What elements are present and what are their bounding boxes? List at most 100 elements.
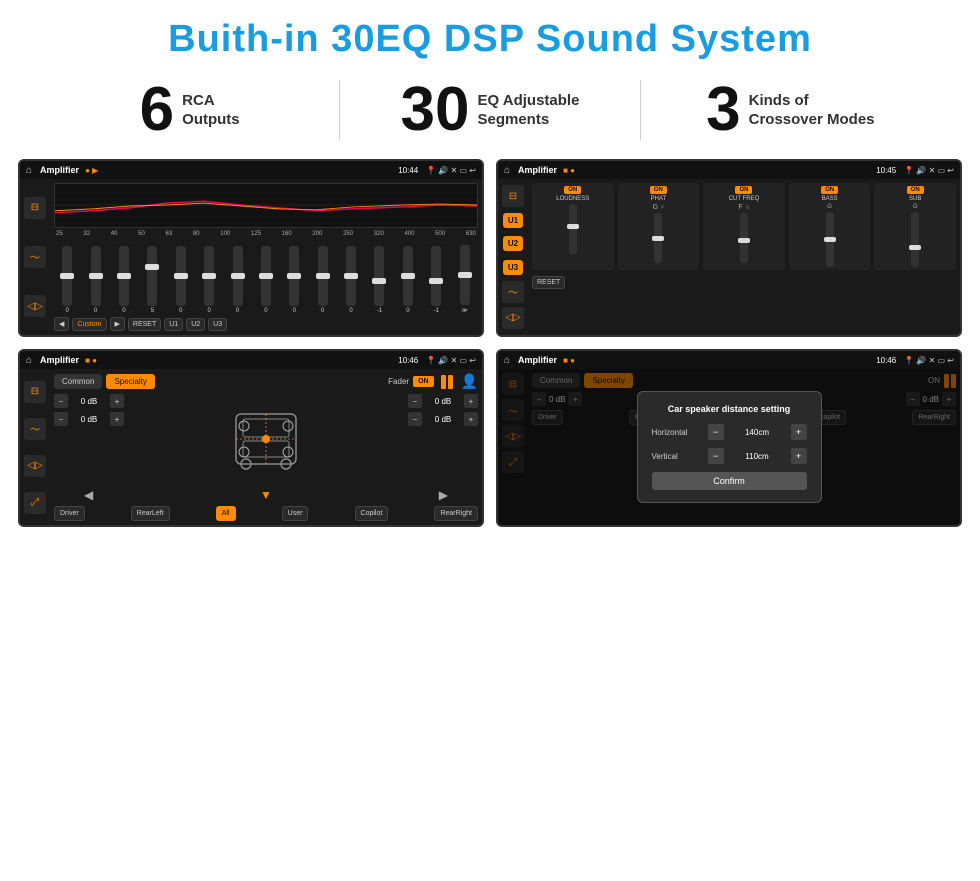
mixer-u3-btn[interactable]: U3 <box>503 260 523 275</box>
db-row-2: − 0 dB + <box>408 394 478 408</box>
stat-divider-2 <box>640 80 641 140</box>
eq-prev-btn[interactable]: ◀ <box>54 317 69 331</box>
db-minus-1[interactable]: − <box>54 412 68 426</box>
stat-number-rca: 6 <box>140 79 174 141</box>
screens-grid: ⌂ Amplifier ● ▶ 10:44 📍 🔊 ✕ ▭ ↩ ⊟ 〜 ◁▷ <box>0 159 980 541</box>
distance-status-icons: 📍 🔊 ✕ ▭ ↩ <box>904 356 954 365</box>
db-row-3: − 0 dB + <box>408 412 478 426</box>
eq-reset-btn[interactable]: RESET <box>128 318 161 331</box>
eq-time: 10:44 <box>398 166 418 175</box>
phat-slider[interactable] <box>654 213 662 263</box>
fader-rearleft-btn[interactable]: RearLeft <box>131 506 170 521</box>
db-minus-0[interactable]: − <box>54 394 68 408</box>
eq-screen: ⌂ Amplifier ● ▶ 10:44 📍 🔊 ✕ ▭ ↩ ⊟ 〜 ◁▷ <box>18 159 484 337</box>
mixer-u2-btn[interactable]: U2 <box>503 236 523 251</box>
db-minus-2[interactable]: − <box>408 394 422 408</box>
eq-sliders: 0 0 0 5 0 0 0 0 0 0 0 -1 0 -1 ≫ <box>54 241 478 314</box>
bass-slider[interactable] <box>826 212 834 267</box>
stat-crossover: 3 Kinds of Crossover Modes <box>661 79 920 141</box>
db-minus-3[interactable]: − <box>408 412 422 426</box>
page-title: Buith-in 30EQ DSP Sound System <box>0 0 980 71</box>
eq-slider-6: 0 <box>233 246 243 314</box>
nav-down-arrow[interactable]: ▼ <box>260 488 272 502</box>
eq-u2-btn[interactable]: U2 <box>186 318 205 331</box>
db-plus-2[interactable]: + <box>464 394 478 408</box>
mixer-bottom: RESET <box>532 276 956 289</box>
loudness-on-btn[interactable]: ON <box>564 186 581 194</box>
sub-on-btn[interactable]: ON <box>907 186 924 194</box>
fader-sliders-icon[interactable]: ⊟ <box>24 381 46 403</box>
stat-number-eq: 30 <box>401 79 470 141</box>
db-val-1: 0 dB <box>71 415 107 424</box>
mixer-u1-btn[interactable]: U1 <box>503 213 523 228</box>
loudness-slider[interactable] <box>569 204 577 254</box>
distance-content: ⊟ 〜 ◁▷ ⤢ Common Specialty ON <box>498 369 960 525</box>
eq-slider-2: 0 <box>119 246 129 314</box>
eq-wave-icon[interactable]: 〜 <box>24 246 46 268</box>
fader-user-btn[interactable]: User <box>282 506 309 521</box>
db-val-0: 0 dB <box>71 397 107 406</box>
dialog-vertical-plus[interactable]: + <box>791 448 807 464</box>
eq-slider-5: 0 <box>204 246 214 314</box>
stat-number-crossover: 3 <box>706 79 740 141</box>
nav-right-arrow[interactable]: ▶ <box>439 488 448 502</box>
distance-dots: ■ ● <box>563 356 575 365</box>
fader-tab-specialty[interactable]: Specialty <box>106 374 154 389</box>
fader-rearright-btn[interactable]: RearRight <box>434 506 478 521</box>
eq-status-icons: 📍 🔊 ✕ ▭ ↩ <box>426 166 476 175</box>
eq-graph <box>54 183 478 228</box>
stat-label-crossover: Kinds of Crossover Modes <box>749 91 875 130</box>
eq-u3-btn[interactable]: U3 <box>208 318 227 331</box>
fader-wave-icon[interactable]: 〜 <box>24 418 46 440</box>
mixer-reset-btn[interactable]: RESET <box>532 276 565 289</box>
fader-label: Fader <box>388 377 409 386</box>
eq-sliders-icon[interactable]: ⊟ <box>24 197 46 219</box>
cutfreq-slider[interactable] <box>740 213 748 263</box>
mixer-home-icon[interactable]: ⌂ <box>504 165 510 176</box>
eq-slider-3: 5 <box>147 246 157 314</box>
mixer-channel-sub: ON SUB G <box>874 183 956 270</box>
dialog-vertical-value: 110cm <box>730 452 785 461</box>
dialog-horizontal-plus[interactable]: + <box>791 424 807 440</box>
fader-expand-icon[interactable]: ⤢ <box>24 492 46 514</box>
eq-volume-icon[interactable]: ◁▷ <box>24 295 46 317</box>
fader-sidebar: ⊟ 〜 ◁▷ ⤢ <box>20 369 50 525</box>
mixer-wave-icon[interactable]: 〜 <box>502 281 524 303</box>
fader-driver-btn[interactable]: Driver <box>54 506 85 521</box>
sub-slider[interactable] <box>911 212 919 267</box>
fader-home-icon[interactable]: ⌂ <box>26 355 32 366</box>
db-plus-3[interactable]: + <box>464 412 478 426</box>
fader-all-btn[interactable]: All <box>216 506 236 521</box>
loudness-label: LOUDNESS <box>556 196 589 202</box>
db-plus-0[interactable]: + <box>110 394 124 408</box>
bass-on-btn[interactable]: ON <box>821 186 838 194</box>
dialog-horizontal-minus[interactable]: − <box>708 424 724 440</box>
confirm-button[interactable]: Confirm <box>652 472 807 490</box>
nav-left-arrow[interactable]: ◀ <box>84 488 93 502</box>
mixer-volume-icon[interactable]: ◁▷ <box>502 307 524 329</box>
fader-tab-common[interactable]: Common <box>54 374 102 389</box>
fader-time: 10:46 <box>398 356 418 365</box>
eq-play-btn[interactable]: ▶ <box>110 317 125 331</box>
mixer-sliders-icon[interactable]: ⊟ <box>502 185 524 207</box>
dialog-vertical-minus[interactable]: − <box>708 448 724 464</box>
distance-home-icon[interactable]: ⌂ <box>504 355 510 366</box>
fader-copilot-btn[interactable]: Copilot <box>355 506 389 521</box>
mixer-main: ON LOUDNESS ON PHAT GF ON CUT FREQ FG <box>528 179 960 335</box>
eq-home-icon[interactable]: ⌂ <box>26 165 32 176</box>
mixer-channel-bass: ON BASS G <box>789 183 871 270</box>
fader-center-diagram <box>128 394 404 484</box>
eq-freq-labels: 2532 4050 6380 100125 160200 250320 4005… <box>54 231 478 237</box>
db-plus-1[interactable]: + <box>110 412 124 426</box>
fader-volume-icon[interactable]: ◁▷ <box>24 455 46 477</box>
eq-slider-0: 0 <box>62 246 72 314</box>
eq-slider-12: 0 <box>403 246 413 314</box>
cutfreq-on-btn[interactable]: ON <box>735 186 752 194</box>
eq-slider-10: 0 <box>346 246 356 314</box>
fader-on-btn[interactable]: ON <box>413 376 434 387</box>
stat-eq: 30 EQ Adjustable Segments <box>360 79 619 141</box>
eq-u1-btn[interactable]: U1 <box>164 318 183 331</box>
fader-screen: ⌂ Amplifier ■ ● 10:46 📍 🔊 ✕ ▭ ↩ ⊟ 〜 ◁▷ ⤢… <box>18 349 484 527</box>
phat-on-btn[interactable]: ON <box>650 186 667 194</box>
dialog-vertical-label: Vertical <box>652 452 702 461</box>
